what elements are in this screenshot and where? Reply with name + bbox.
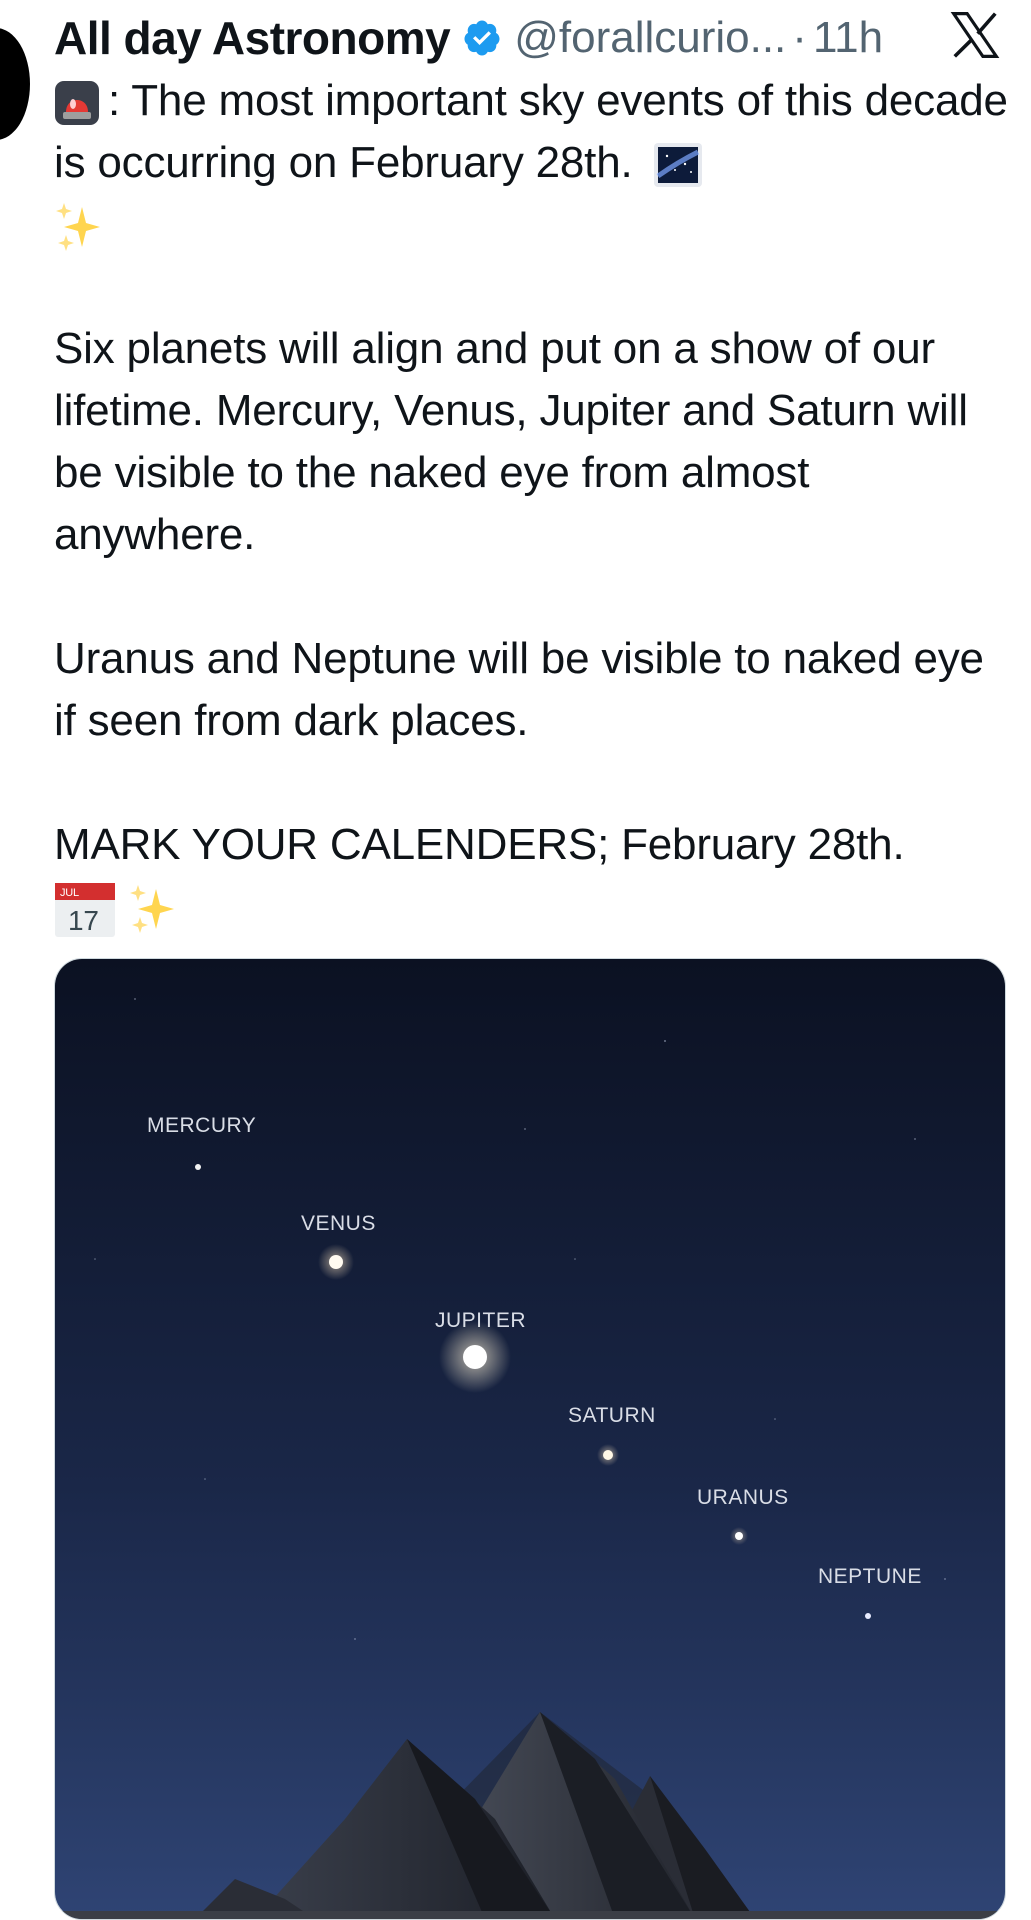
planet-label-saturn: SATURN <box>568 1404 656 1427</box>
planet-label-neptune: NEPTUNE <box>818 1565 922 1588</box>
tweet-header: All day Astronomy @forallcurio... · 11h <box>54 8 1014 68</box>
tweet-paragraph-3: Uranus and Neptune will be visible to na… <box>54 634 984 745</box>
calendar-icon: JUL 17 <box>55 883 115 938</box>
planet-label-uranus: URANUS <box>697 1486 789 1509</box>
sparkles-icon <box>56 203 100 252</box>
calendar-month: JUL <box>60 887 79 899</box>
tweet-body: : The most important sky events of this … <box>54 70 1014 938</box>
author-display-name[interactable]: All day Astronomy <box>54 11 451 65</box>
tweet-line-1: : The most important sky events of this … <box>54 76 1008 187</box>
planet-label-venus: VENUS <box>301 1212 376 1235</box>
tweet-line-mark: MARK YOUR CALENDERS; February 28th. <box>54 820 905 869</box>
planet-label-mercury: MERCURY <box>147 1114 256 1137</box>
author-handle[interactable]: @forallcurio... <box>514 13 786 63</box>
verified-badge-icon <box>464 20 500 56</box>
separator-dot: · <box>792 13 807 62</box>
milky-way-icon <box>653 143 702 188</box>
tweet-paragraph-4: MARK YOUR CALENDERS; February 28th. JUL … <box>54 814 1014 938</box>
calendar-day: 17 <box>68 905 99 936</box>
x-logo-icon[interactable] <box>948 8 1002 62</box>
tweet-media-image[interactable]: MERCURY VENUS JUPITER SATURN URANUS NEPT… <box>54 958 1006 1920</box>
tweet-paragraph-2: Six planets will align and put on a show… <box>54 324 968 559</box>
sparkles-icon-2 <box>130 885 174 934</box>
author-avatar[interactable] <box>0 28 30 140</box>
post-timestamp[interactable]: 11h <box>813 13 883 63</box>
tweet-paragraph-1: : The most important sky events of this … <box>54 70 1014 256</box>
rotating-light-icon <box>55 81 99 126</box>
planet-alignment-illustration: MERCURY VENUS JUPITER SATURN URANUS NEPT… <box>55 959 1005 1919</box>
